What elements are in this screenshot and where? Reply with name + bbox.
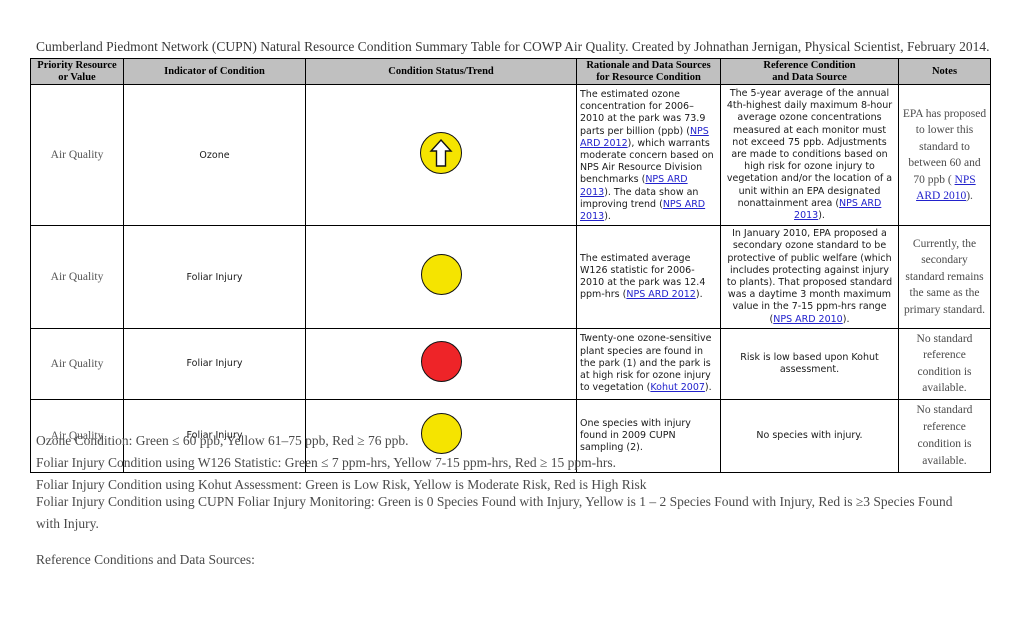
reference-link[interactable]: Kohut 2007 <box>650 382 705 393</box>
cell-priority-resource: Air Quality <box>30 327 124 400</box>
header-rationale-line2: for Resource Condition <box>596 71 701 83</box>
page-title: Cumberland Piedmont Network (CUPN) Natur… <box>36 39 990 54</box>
rationale-text-2: ). <box>704 382 712 394</box>
cell-condition-status <box>305 327 577 400</box>
header-indicator: Indicator of Condition <box>123 58 306 85</box>
status-symbol-yellow-improving-icon <box>420 131 462 179</box>
cell-reference-condition: In January 2010, EPA proposed a secondar… <box>720 225 899 329</box>
cell-reference-condition: Risk is low based upon Kohut assessment. <box>720 327 899 400</box>
cell-indicator: Foliar Injury <box>123 327 306 400</box>
cell-rationale: The estimated ozone concentration for 20… <box>576 83 721 227</box>
header-priority-resource-line2: or Value <box>58 71 96 83</box>
rationale-text-2: ). <box>695 289 703 301</box>
red-circle-icon <box>420 340 462 382</box>
cell-condition-status <box>305 225 577 329</box>
yellow-circle-icon <box>420 412 462 454</box>
condition-summary-table: Priority Resource or Value Indicator of … <box>30 58 991 473</box>
references-heading: Reference Conditions and Data Sources: <box>36 552 255 567</box>
cell-reference-condition: No species with injury. <box>720 398 899 473</box>
cell-reference-condition: The 5-year average of the annual 4th-hig… <box>720 83 899 227</box>
cell-indicator: Ozone <box>123 83 306 227</box>
table-row: Air Quality Ozone The estimated ozone co… <box>30 83 991 227</box>
header-reference-line1: Reference Condition <box>763 60 856 71</box>
cell-rationale: The estimated average W126 statistic for… <box>576 225 721 329</box>
header-rationale: Rationale and Data Sources for Resource … <box>576 58 721 85</box>
reference-text-2: ). <box>818 210 825 222</box>
cell-notes: EPA has proposed to lower this standard … <box>898 83 991 227</box>
legend-cupn-condition: Foliar Injury Condition using CUPN Folia… <box>36 494 953 531</box>
up-arrow-icon <box>429 138 453 167</box>
rationale-text-5: ). <box>604 211 611 223</box>
cell-priority-resource: Air Quality <box>30 83 124 227</box>
header-priority-resource-line1: Priority Resource <box>37 60 117 71</box>
table-row: Air Quality Foliar Injury Twenty-one ozo… <box>30 327 991 400</box>
table-header-row: Priority Resource or Value Indicator of … <box>30 58 991 85</box>
table-row: Air Quality Foliar Injury The estimated … <box>30 225 991 329</box>
header-notes: Notes <box>898 58 991 85</box>
header-condition-status: Condition Status/Trend <box>305 58 577 85</box>
cell-condition-status <box>305 83 577 227</box>
reference-text-1: In January 2010, EPA proposed a secondar… <box>726 228 893 325</box>
cell-rationale: Twenty-one ozone-sensitive plant species… <box>576 327 721 400</box>
reference-link[interactable]: NPS ARD 2010 <box>773 314 843 325</box>
legend-w126-condition: Foliar Injury Condition using W126 Stati… <box>36 455 617 470</box>
header-reference-line2: and Data Source <box>772 71 847 83</box>
yellow-circle-icon <box>420 254 462 296</box>
reference-text-1: The 5-year average of the annual 4th-hig… <box>726 88 893 209</box>
header-priority-resource: Priority Resource or Value <box>30 58 124 85</box>
legend-ozone-condition: Ozone Condition: Green ≤ 60 ppb, Yellow … <box>36 433 409 448</box>
cell-notes: Currently, the secondary standard remain… <box>898 225 991 329</box>
rationale-text-1: The estimated ozone concentration for 20… <box>580 89 690 113</box>
cell-notes: No standard reference condition is avail… <box>898 398 991 473</box>
cell-indicator: Foliar Injury <box>123 225 306 329</box>
header-reference-condition: Reference Condition and Data Source <box>720 58 899 85</box>
cell-notes: No standard reference condition is avail… <box>898 327 991 400</box>
reference-link[interactable]: NPS ARD 2012 <box>626 289 696 300</box>
reference-text-2: ). <box>842 313 850 325</box>
header-rationale-line1: Rationale and Data Sources <box>586 60 711 71</box>
cell-priority-resource: Air Quality <box>30 225 124 329</box>
yellow-circle-icon <box>420 131 462 174</box>
notes-text-2: ). <box>966 190 973 203</box>
rationale-text-2: 2010 at the park was 73.9 parts per bill… <box>580 113 706 137</box>
